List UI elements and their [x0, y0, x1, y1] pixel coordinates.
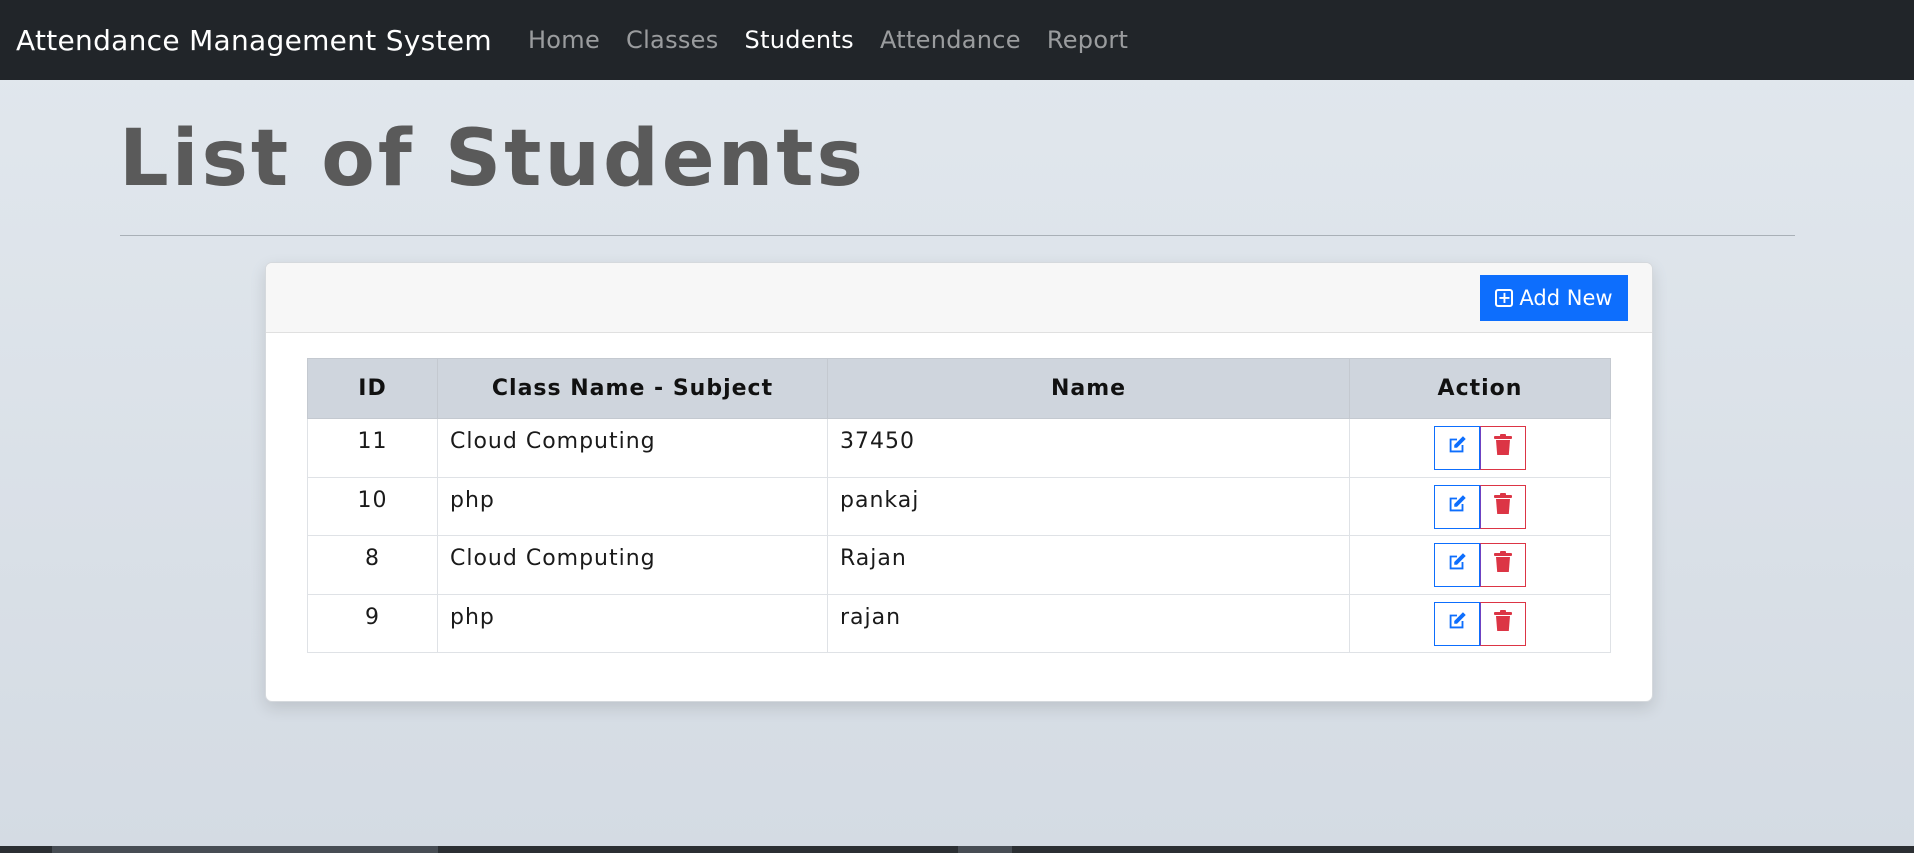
table-row: 11 Cloud Computing 37450 [307, 418, 1611, 478]
cell-class-subject: php [437, 476, 828, 536]
trash-icon [1493, 492, 1513, 521]
edit-icon [1446, 493, 1468, 521]
trash-icon [1493, 551, 1513, 579]
cell-action [1349, 593, 1611, 653]
delete-button[interactable] [1480, 484, 1526, 529]
cell-action [1349, 535, 1611, 595]
nav-attendance[interactable]: Attendance [880, 26, 1021, 54]
nav-home[interactable]: Home [528, 26, 600, 54]
cell-action [1349, 418, 1611, 478]
cell-name: rajan [827, 593, 1350, 653]
add-new-label: Add New [1519, 286, 1613, 310]
cell-name: pankaj [827, 476, 1350, 536]
plus-square-icon: + [1495, 289, 1514, 307]
action-group [1434, 543, 1526, 587]
cell-class-subject: Cloud Computing [437, 535, 828, 595]
brand-title[interactable]: Attendance Management System [16, 24, 492, 57]
cell-name: Rajan [827, 535, 1350, 595]
action-group [1434, 426, 1526, 470]
table-row: 9 php rajan [307, 593, 1611, 653]
card-header: + Add New [266, 263, 1652, 333]
cell-id: 9 [307, 593, 438, 653]
cell-class-subject: Cloud Computing [437, 418, 828, 478]
col-id-header: ID [307, 358, 438, 419]
delete-button[interactable] [1480, 543, 1526, 587]
action-group [1434, 601, 1526, 646]
cell-action [1349, 476, 1611, 536]
table-header-row: ID Class Name - Subject Name Action [307, 358, 1611, 419]
edit-button[interactable] [1434, 426, 1480, 470]
nav-students[interactable]: Students [745, 26, 854, 54]
bottom-scrollbar[interactable] [0, 846, 1914, 853]
col-name-header: Name [827, 358, 1350, 419]
page-title: List of Students [119, 114, 866, 204]
nav-classes[interactable]: Classes [626, 26, 719, 54]
table-row: 10 php pankaj [307, 476, 1611, 536]
edit-icon [1446, 434, 1468, 462]
action-group [1434, 484, 1526, 529]
delete-button[interactable] [1480, 601, 1526, 646]
scroll-thumb[interactable] [52, 846, 438, 853]
title-divider [120, 235, 1795, 236]
cell-id: 11 [307, 418, 438, 478]
students-card: + Add New ID Class Name - Subject Name A… [265, 262, 1653, 702]
edit-button[interactable] [1434, 484, 1480, 529]
trash-icon [1493, 434, 1513, 462]
nav-report[interactable]: Report [1047, 26, 1128, 54]
trash-icon [1493, 609, 1513, 638]
nav-links: Home Classes Students Attendance Report [528, 26, 1154, 54]
navbar: Attendance Management System Home Classe… [0, 0, 1914, 80]
col-action-header: Action [1349, 358, 1611, 419]
add-new-button[interactable]: + Add New [1480, 275, 1628, 321]
col-class-header: Class Name - Subject [437, 358, 828, 419]
students-table: ID Class Name - Subject Name Action 11 Cl… [307, 358, 1611, 653]
edit-icon [1446, 610, 1468, 638]
table-row: 8 Cloud Computing Rajan [307, 535, 1611, 595]
edit-button[interactable] [1434, 543, 1480, 587]
cell-class-subject: php [437, 593, 828, 653]
scroll-thumb-secondary[interactable] [958, 846, 1012, 853]
delete-button[interactable] [1480, 426, 1526, 470]
edit-button[interactable] [1434, 601, 1480, 646]
cell-name: 37450 [827, 418, 1350, 478]
cell-id: 10 [307, 476, 438, 536]
cell-id: 8 [307, 535, 438, 595]
edit-icon [1446, 551, 1468, 579]
